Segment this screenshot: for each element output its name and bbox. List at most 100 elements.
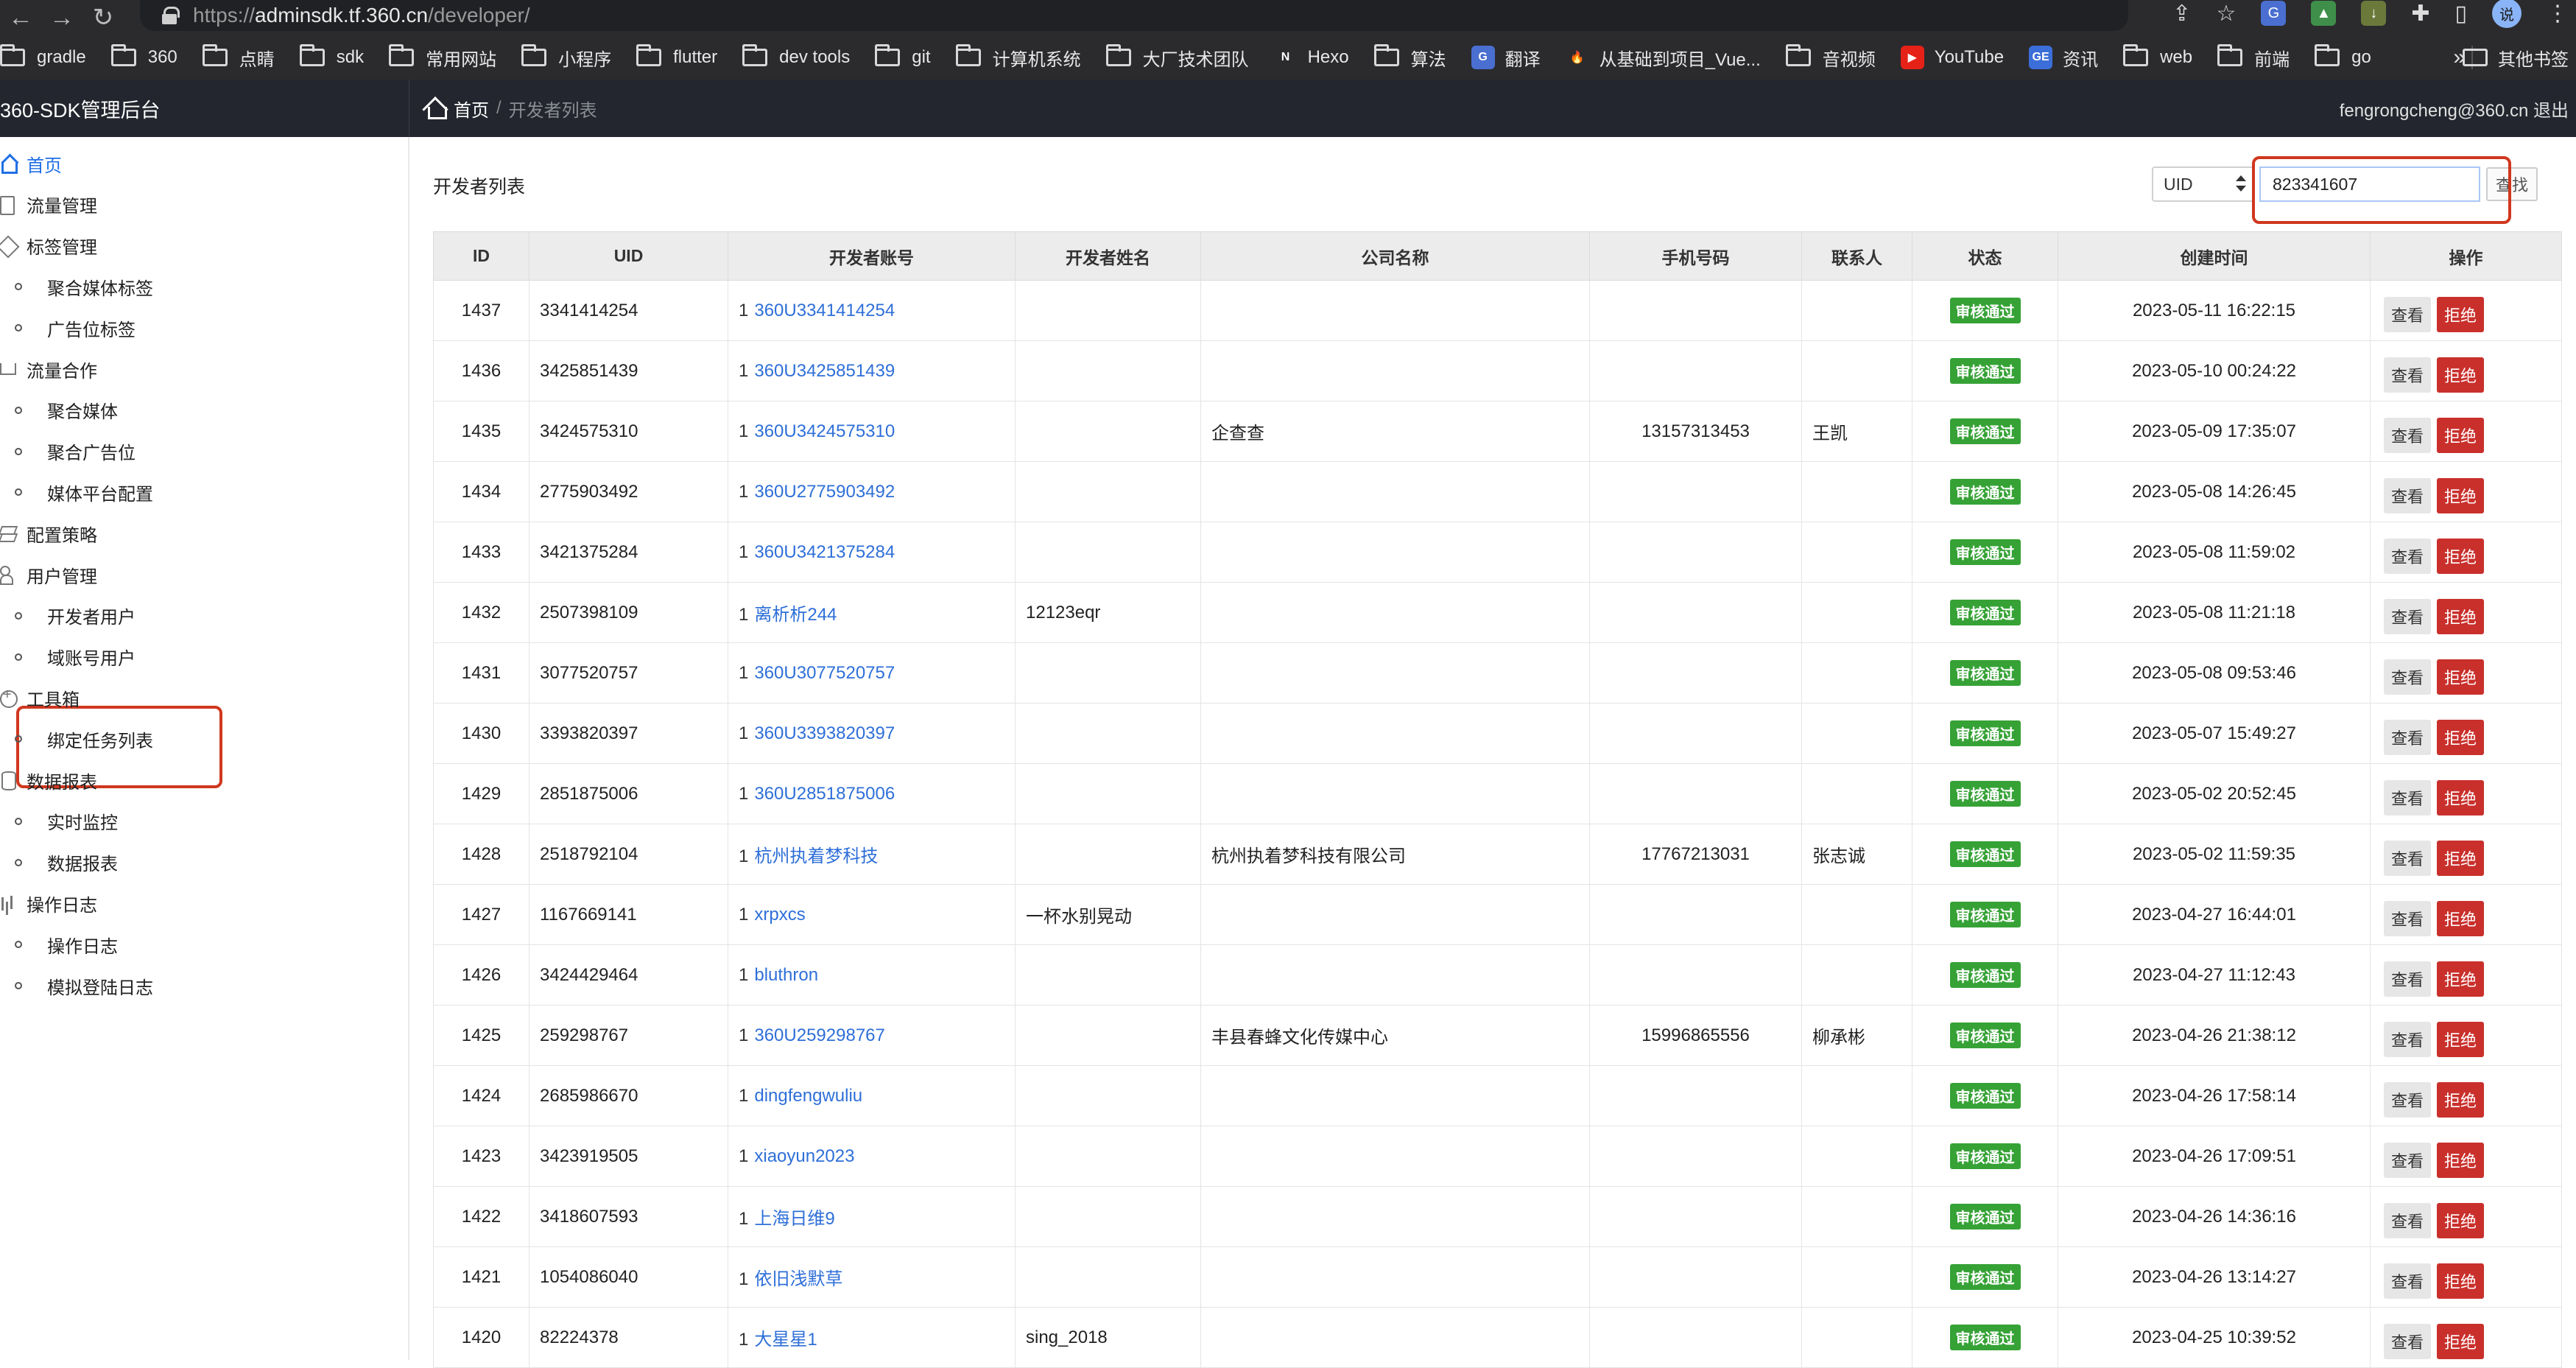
star-icon[interactable]: ☆	[2216, 1, 2236, 27]
bookmark-item[interactable]: 🔥 从基础到项目_Vue...	[1565, 45, 1761, 71]
puzzle-icon[interactable]: ✚	[2411, 1, 2429, 27]
bookmark-item[interactable]: 360	[110, 44, 177, 68]
sidebar-subitem[interactable]: 操作日志	[0, 924, 118, 965]
reject-button[interactable]: 拒绝	[2437, 357, 2485, 393]
sidebar-subitem[interactable]: 域账号用户	[0, 636, 136, 678]
sidebar-item[interactable]: 操作日志	[0, 883, 97, 924]
view-button[interactable]: 查看	[2384, 719, 2432, 755]
other-bookmarks[interactable]: 其他书签	[2463, 35, 2569, 80]
view-button[interactable]: 查看	[2384, 417, 2432, 453]
bookmark-item[interactable]: GE 资讯	[2029, 45, 2098, 71]
header-user-logout[interactable]: fengrongcheng@360.cn 退出	[2340, 96, 2569, 122]
reject-button[interactable]: 拒绝	[2437, 1081, 2485, 1118]
sidebar-item[interactable]: 配置策略	[0, 513, 97, 554]
sidebar-item[interactable]: 流量合作	[0, 348, 97, 390]
reject-button[interactable]: 拒绝	[2437, 1202, 2485, 1238]
sidebar-subitem[interactable]: 实时监控	[0, 801, 118, 842]
bookmark-item[interactable]: 计算机系统	[955, 44, 1081, 71]
reject-button[interactable]: 拒绝	[2437, 1323, 2485, 1359]
extension-drive-icon[interactable]: ▲	[2311, 1, 2337, 26]
reject-button[interactable]: 拒绝	[2437, 659, 2485, 695]
bookmark-item[interactable]: sdk	[299, 44, 364, 68]
account-link[interactable]: 360U2775903492	[754, 482, 895, 502]
reject-button[interactable]: 拒绝	[2437, 1263, 2485, 1299]
reload-icon[interactable]: ↻	[82, 0, 124, 35]
view-button[interactable]: 查看	[2384, 779, 2432, 815]
reject-button[interactable]: 拒绝	[2437, 598, 2485, 634]
sidebar-subitem[interactable]: 绑定任务列表	[0, 718, 153, 760]
sidebar-item[interactable]: 用户管理	[0, 554, 97, 595]
profile-avatar[interactable]: 说	[2492, 0, 2522, 28]
view-button[interactable]: 查看	[2384, 1202, 2432, 1238]
reject-button[interactable]: 拒绝	[2437, 477, 2485, 513]
extension-translate-icon[interactable]: G	[2261, 1, 2287, 26]
account-link[interactable]: 360U3424575310	[754, 421, 895, 441]
view-button[interactable]: 查看	[2384, 538, 2432, 574]
account-link[interactable]: 依旧浅默草	[754, 1269, 842, 1289]
view-button[interactable]: 查看	[2384, 961, 2432, 997]
bookmark-item[interactable]: web	[2123, 44, 2192, 68]
bookmark-item[interactable]: dev tools	[742, 44, 850, 68]
account-link[interactable]: 杭州执着梦科技	[754, 846, 878, 866]
back-arrow-icon[interactable]: ←	[0, 0, 41, 35]
bookmark-item[interactable]: 音视频	[1785, 44, 1876, 71]
bookmark-item[interactable]: 常用网站	[389, 44, 496, 71]
search-field-select[interactable]: UID	[2152, 166, 2255, 202]
reject-button[interactable]: 拒绝	[2437, 840, 2485, 876]
sidebar-subitem[interactable]: 开发者用户	[0, 595, 136, 636]
account-link[interactable]: bluthron	[754, 965, 818, 985]
sidebar-subitem[interactable]: 数据报表	[0, 842, 118, 883]
sidebar-item[interactable]: 首页	[0, 143, 62, 184]
account-link[interactable]: 大星星1	[754, 1330, 817, 1350]
view-button[interactable]: 查看	[2384, 357, 2432, 393]
sidebar-item[interactable]: 流量管理	[0, 184, 97, 225]
view-button[interactable]: 查看	[2384, 1021, 2432, 1057]
account-link[interactable]: dingfengwuliu	[754, 1086, 862, 1106]
account-link[interactable]: 360U3077520757	[754, 663, 895, 683]
account-link[interactable]: 360U3341414254	[754, 301, 895, 320]
sidebar-subitem[interactable]: 媒体平台配置	[0, 471, 153, 513]
sidebar-item[interactable]: 工具箱	[0, 677, 80, 718]
view-button[interactable]: 查看	[2384, 1081, 2432, 1118]
bookmark-item[interactable]: ▶ YouTube	[1900, 46, 2004, 69]
sidebar-subitem[interactable]: 模拟登陆日志	[0, 965, 153, 1006]
bookmark-item[interactable]: 前端	[2217, 44, 2290, 71]
bookmark-item[interactable]: flutter	[636, 44, 717, 68]
account-link[interactable]: 360U3393820397	[754, 723, 895, 743]
reject-button[interactable]: 拒绝	[2437, 1142, 2485, 1178]
reject-button[interactable]: 拒绝	[2437, 719, 2485, 755]
view-button[interactable]: 查看	[2384, 598, 2432, 634]
reject-button[interactable]: 拒绝	[2437, 296, 2485, 332]
more-menu-icon[interactable]: ⋮	[2547, 1, 2569, 27]
view-button[interactable]: 查看	[2384, 840, 2432, 876]
sidebar-subitem[interactable]: 聚合广告位	[0, 431, 136, 472]
view-button[interactable]: 查看	[2384, 1263, 2432, 1299]
reject-button[interactable]: 拒绝	[2437, 1021, 2485, 1057]
bookmark-item[interactable]: gradle	[0, 44, 86, 68]
account-link[interactable]: 360U3421375284	[754, 542, 895, 562]
view-button[interactable]: 查看	[2384, 900, 2432, 936]
bookmark-item[interactable]: go	[2315, 44, 2371, 68]
account-link[interactable]: 上海日维9	[754, 1209, 834, 1229]
sidebar-subitem[interactable]: 聚合媒体	[0, 390, 118, 431]
reject-button[interactable]: 拒绝	[2437, 900, 2485, 936]
view-button[interactable]: 查看	[2384, 296, 2432, 332]
account-link[interactable]: xiaoyun2023	[754, 1146, 854, 1166]
sidebar-subitem[interactable]: 广告位标签	[0, 307, 136, 348]
account-link[interactable]: 360U3425851439	[754, 361, 895, 381]
address-bar[interactable]: https://adminsdk.tf.360.cn/developer/	[140, 0, 2128, 31]
sidebar-item[interactable]: 标签管理	[0, 225, 97, 267]
bookmark-item[interactable]: 大厂技术团队	[1105, 44, 1249, 71]
reject-button[interactable]: 拒绝	[2437, 417, 2485, 453]
bookmark-item[interactable]: 点睛	[202, 44, 275, 71]
sidebar-subitem[interactable]: 聚合媒体标签	[0, 266, 153, 307]
sidebar-panel-icon[interactable]: ▯	[2454, 1, 2467, 27]
account-link[interactable]: xrpxcs	[754, 905, 805, 925]
breadcrumb-home[interactable]: 首页	[454, 96, 489, 122]
reject-button[interactable]: 拒绝	[2437, 538, 2485, 574]
sidebar-item[interactable]: 数据报表	[0, 760, 97, 801]
share-icon[interactable]: ⇪	[2172, 1, 2191, 27]
search-button[interactable]: 查找	[2486, 167, 2538, 201]
bookmark-item[interactable]: N Hexo	[1273, 46, 1349, 69]
account-link[interactable]: 离析析244	[754, 605, 837, 625]
